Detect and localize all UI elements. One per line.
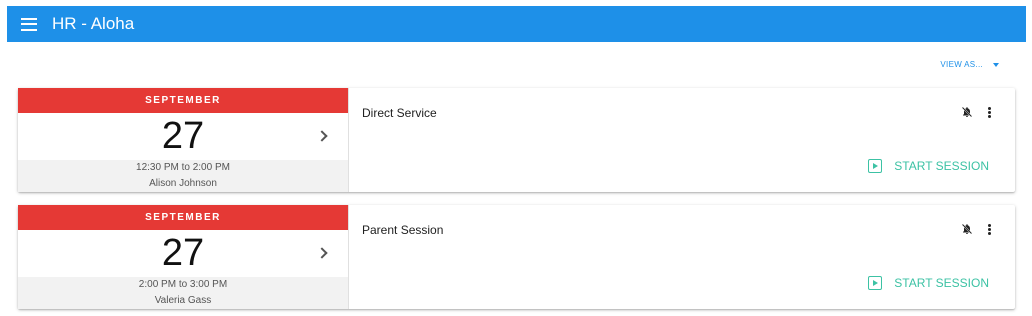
- time-range: 2:00 PM to 3:00 PM: [138, 279, 228, 290]
- session-detail: Direct Service START SESSION: [349, 88, 1015, 192]
- person-name: Valeria Gass: [154, 295, 212, 306]
- appointment-card: SEPTEMBER 27 2:00 PM to 3:00 PM Valeria …: [18, 205, 1015, 309]
- start-session-label: START SESSION: [894, 276, 989, 290]
- caret-down-icon: [993, 62, 999, 67]
- play-icon: [868, 276, 883, 290]
- session-detail: Parent Session START SESSION: [349, 205, 1015, 309]
- time-range: 12:30 PM to 2:00 PM: [136, 162, 230, 173]
- start-session-button[interactable]: START SESSION: [868, 276, 989, 290]
- start-session-label: START SESSION: [894, 159, 989, 173]
- session-name: Direct Service: [362, 106, 437, 120]
- more-vert-icon[interactable]: [987, 106, 991, 118]
- app-bar: HR - Aloha: [7, 6, 1026, 42]
- app-title: HR - Aloha: [52, 14, 135, 33]
- play-icon: [868, 159, 883, 173]
- appointment-card: SEPTEMBER 27 12:30 PM to 2:00 PM Alison …: [18, 88, 1015, 192]
- day-number: 27: [161, 232, 205, 274]
- session-name: Parent Session: [362, 223, 444, 237]
- notifications-off-icon[interactable]: [961, 106, 973, 118]
- appointment-meta: 12:30 PM to 2:00 PM Alison Johnson: [18, 160, 348, 192]
- appointment-meta: 2:00 PM to 3:00 PM Valeria Gass: [18, 277, 348, 309]
- month-label: SEPTEMBER: [18, 88, 348, 113]
- day-number: 27: [161, 115, 205, 157]
- date-panel[interactable]: SEPTEMBER 27 12:30 PM to 2:00 PM Alison …: [18, 88, 349, 192]
- person-name: Alison Johnson: [149, 178, 217, 189]
- date-panel[interactable]: SEPTEMBER 27 2:00 PM to 3:00 PM Valeria …: [18, 205, 349, 309]
- menu-icon[interactable]: [21, 17, 37, 31]
- more-vert-icon[interactable]: [987, 223, 991, 235]
- notifications-off-icon[interactable]: [961, 223, 973, 235]
- view-as-dropdown[interactable]: VIEW AS...: [940, 60, 999, 69]
- start-session-button[interactable]: START SESSION: [868, 159, 989, 173]
- view-as-label: VIEW AS...: [940, 60, 983, 69]
- month-label: SEPTEMBER: [18, 205, 348, 230]
